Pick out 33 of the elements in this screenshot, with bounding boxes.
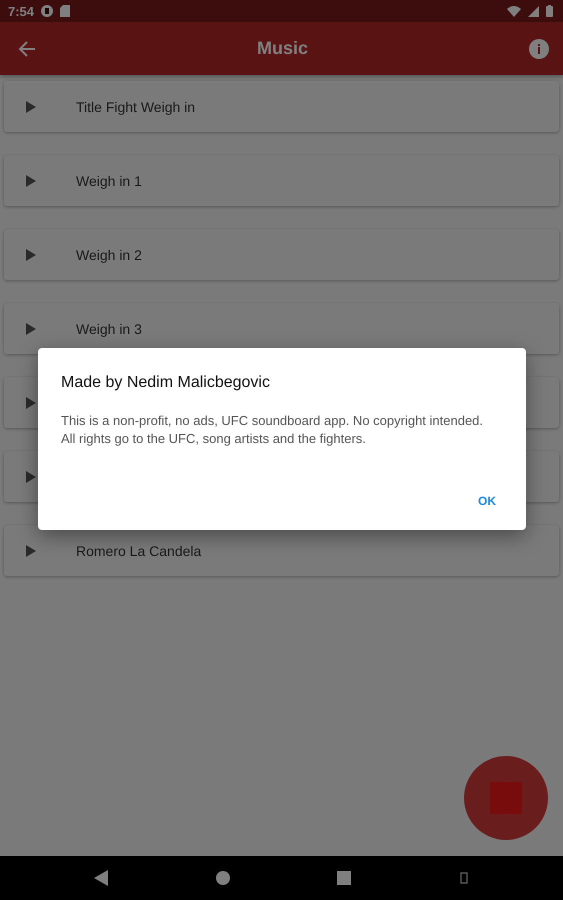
signal-icon — [528, 6, 539, 16]
ok-button[interactable]: OK — [470, 488, 504, 514]
track-card[interactable]: Weigh in 1 — [4, 155, 559, 206]
dialog-title: Made by Nedim Malicbegovic — [61, 374, 271, 392]
back-arrow-icon[interactable] — [18, 40, 36, 58]
notification-icon — [41, 5, 54, 17]
recents-icon[interactable] — [337, 871, 352, 885]
play-icon — [26, 248, 36, 260]
play-icon — [26, 322, 36, 334]
play-icon — [26, 544, 36, 556]
back-icon[interactable] — [94, 870, 108, 886]
app-bar-title: Music — [256, 38, 309, 59]
battery-icon — [546, 5, 553, 17]
track-title: Weigh in 1 — [76, 172, 142, 188]
track-card[interactable]: Weigh in 3 — [4, 303, 559, 354]
play-icon — [26, 470, 36, 482]
track-title: Romero La Candela — [76, 542, 202, 558]
track-card[interactable]: Title Fight Weigh in — [4, 81, 559, 132]
status-time: 7:54 — [8, 4, 34, 18]
wifi-icon — [507, 6, 521, 16]
home-icon[interactable] — [216, 871, 230, 885]
play-icon — [26, 174, 36, 186]
sd-card-icon — [60, 5, 70, 17]
track-card[interactable]: Weigh in 2 — [4, 229, 559, 280]
rotate-icon[interactable] — [459, 870, 470, 886]
track-title: Weigh in 2 — [76, 246, 142, 262]
play-icon — [26, 100, 36, 112]
track-card[interactable]: Romero La Candela — [4, 525, 559, 576]
track-title: Weigh in 3 — [76, 320, 142, 336]
track-title: Title Fight Weigh in — [76, 98, 196, 114]
dialog-message: This is a non-profit, no ads, UFC soundboard app. No copyright intended. All rights go to the UFC, song artists and the fighters. — [61, 412, 484, 448]
play-icon — [26, 396, 36, 408]
info-icon[interactable] — [529, 38, 549, 58]
